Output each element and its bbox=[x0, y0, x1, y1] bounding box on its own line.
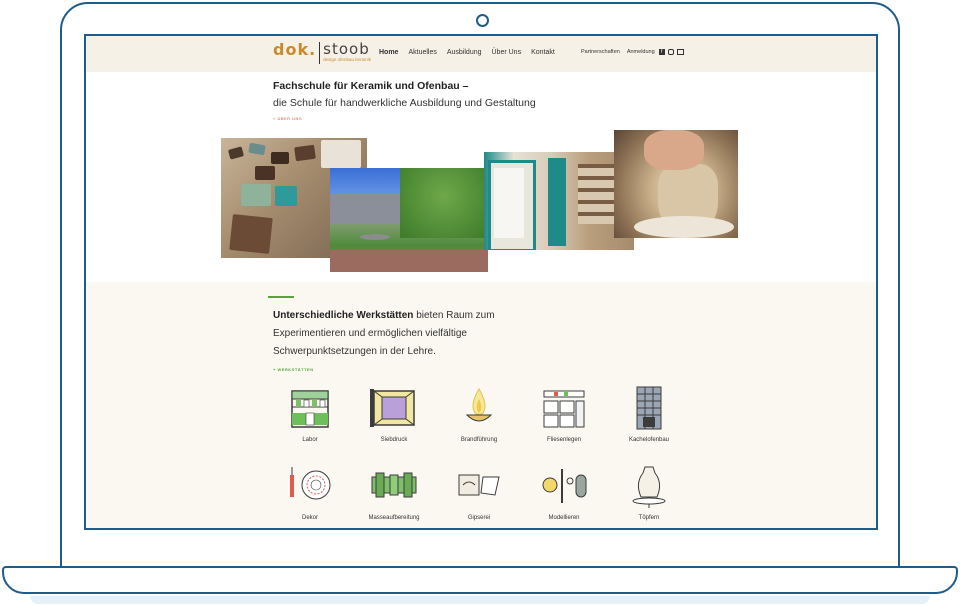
workshop-label: Siebdruck bbox=[380, 437, 408, 443]
workshop-label: Masseaufbereitung bbox=[368, 515, 420, 521]
workshop-item-toepfern[interactable]: Töpfern bbox=[614, 463, 684, 521]
vase-wheel-icon bbox=[632, 466, 666, 508]
workshop-item-brandfuehrung[interactable]: Brandführung bbox=[444, 385, 514, 443]
workshops-intro-bold: Unterschiedliche Werkstätten bbox=[273, 310, 414, 321]
plaster-mold-icon bbox=[458, 474, 500, 496]
logo-dok: dok. bbox=[273, 40, 317, 59]
nav-partnerschaften[interactable]: Partnerschaften bbox=[581, 49, 620, 55]
about-link[interactable]: + ÜBER UNS bbox=[273, 116, 302, 121]
social-links: f bbox=[658, 49, 684, 55]
main-nav: Home Aktuelles Ausbildung Über Uns Konta… bbox=[379, 49, 555, 56]
section-accent-line bbox=[268, 296, 294, 298]
clay-pipe-icon bbox=[371, 472, 417, 498]
workshop-label: Gipserei bbox=[467, 515, 491, 521]
instagram-icon[interactable] bbox=[667, 49, 674, 55]
facebook-icon[interactable]: f bbox=[658, 49, 665, 55]
workshop-item-siebdruck[interactable]: Siebdruck bbox=[359, 385, 429, 443]
logo-tagline: design ofenbau keramik bbox=[323, 57, 371, 62]
hero-section: Fachschule für Keramik und Ofenbau – die… bbox=[86, 72, 876, 282]
workshop-label: Kachelofenbau bbox=[628, 437, 670, 443]
logo-divider bbox=[319, 42, 321, 64]
workshop-item-fliesenlegen[interactable]: Fliesenlegen bbox=[529, 385, 599, 443]
nav-aktuelles[interactable]: Aktuelles bbox=[408, 49, 436, 56]
site-header: dok. stoob design ofenbau keramik Home A… bbox=[86, 36, 876, 72]
camera-icon bbox=[476, 14, 489, 27]
logo-stoob: stoob bbox=[323, 40, 370, 58]
workshop-item-dekor[interactable]: Dekor bbox=[275, 463, 345, 521]
workshops-link[interactable]: + WERKSTÄTTEN bbox=[273, 367, 314, 372]
logo[interactable]: dok. stoob design ofenbau keramik bbox=[273, 42, 371, 64]
workshop-item-gipserei[interactable]: Gipserei bbox=[444, 463, 514, 521]
tile-stove-icon bbox=[636, 386, 662, 430]
screen-print-frame-icon bbox=[370, 389, 415, 427]
mail-icon[interactable] bbox=[676, 49, 684, 55]
tile-level-icon bbox=[543, 390, 585, 428]
nav-ausbildung[interactable]: Ausbildung bbox=[447, 49, 482, 56]
workshop-item-kachelofenbau[interactable]: Kachelofenbau bbox=[614, 385, 684, 443]
workshop-item-labor[interactable]: Labor bbox=[275, 385, 345, 443]
utility-nav: Partnerschaften Anmeldung f bbox=[581, 49, 684, 55]
pottery-wheel-photo bbox=[614, 130, 738, 238]
logo-right: stoob design ofenbau keramik bbox=[323, 42, 371, 63]
hero-title: Fachschule für Keramik und Ofenbau – bbox=[273, 80, 469, 92]
nav-home[interactable]: Home bbox=[379, 49, 398, 56]
kiln-workshop-photo bbox=[484, 152, 634, 250]
flame-bowl-icon bbox=[465, 388, 493, 422]
website-screen: dok. stoob design ofenbau keramik Home A… bbox=[84, 34, 878, 530]
workshop-label: Fliesenlegen bbox=[546, 437, 582, 443]
workshop-label: Dekor bbox=[301, 515, 318, 521]
workshop-item-modellieren[interactable]: Modellieren bbox=[529, 463, 599, 521]
workshop-label: Töpfern bbox=[638, 515, 660, 521]
workshop-item-masseaufbereitung[interactable]: Masseaufbereitung bbox=[359, 463, 429, 521]
nav-kontakt[interactable]: Kontakt bbox=[531, 49, 555, 56]
courtyard-garden-photo bbox=[330, 168, 488, 272]
modelling-tools-icon bbox=[542, 469, 587, 503]
workshops-intro: Unterschiedliche Werkstätten bieten Raum… bbox=[273, 307, 533, 361]
decor-plate-icon bbox=[290, 467, 331, 500]
workshop-label: Brandführung bbox=[460, 437, 498, 443]
laptop-base bbox=[2, 566, 958, 594]
workshop-label: Modellieren bbox=[548, 515, 580, 521]
lab-shelf-icon bbox=[291, 390, 329, 428]
workshop-label: Labor bbox=[302, 437, 318, 443]
laptop-base-shadow bbox=[30, 596, 930, 604]
nav-anmeldung[interactable]: Anmeldung bbox=[627, 49, 655, 55]
hero-subtitle: die Schule für handwerkliche Ausbildung … bbox=[273, 97, 536, 109]
nav-ueber-uns[interactable]: Über Uns bbox=[492, 49, 522, 56]
